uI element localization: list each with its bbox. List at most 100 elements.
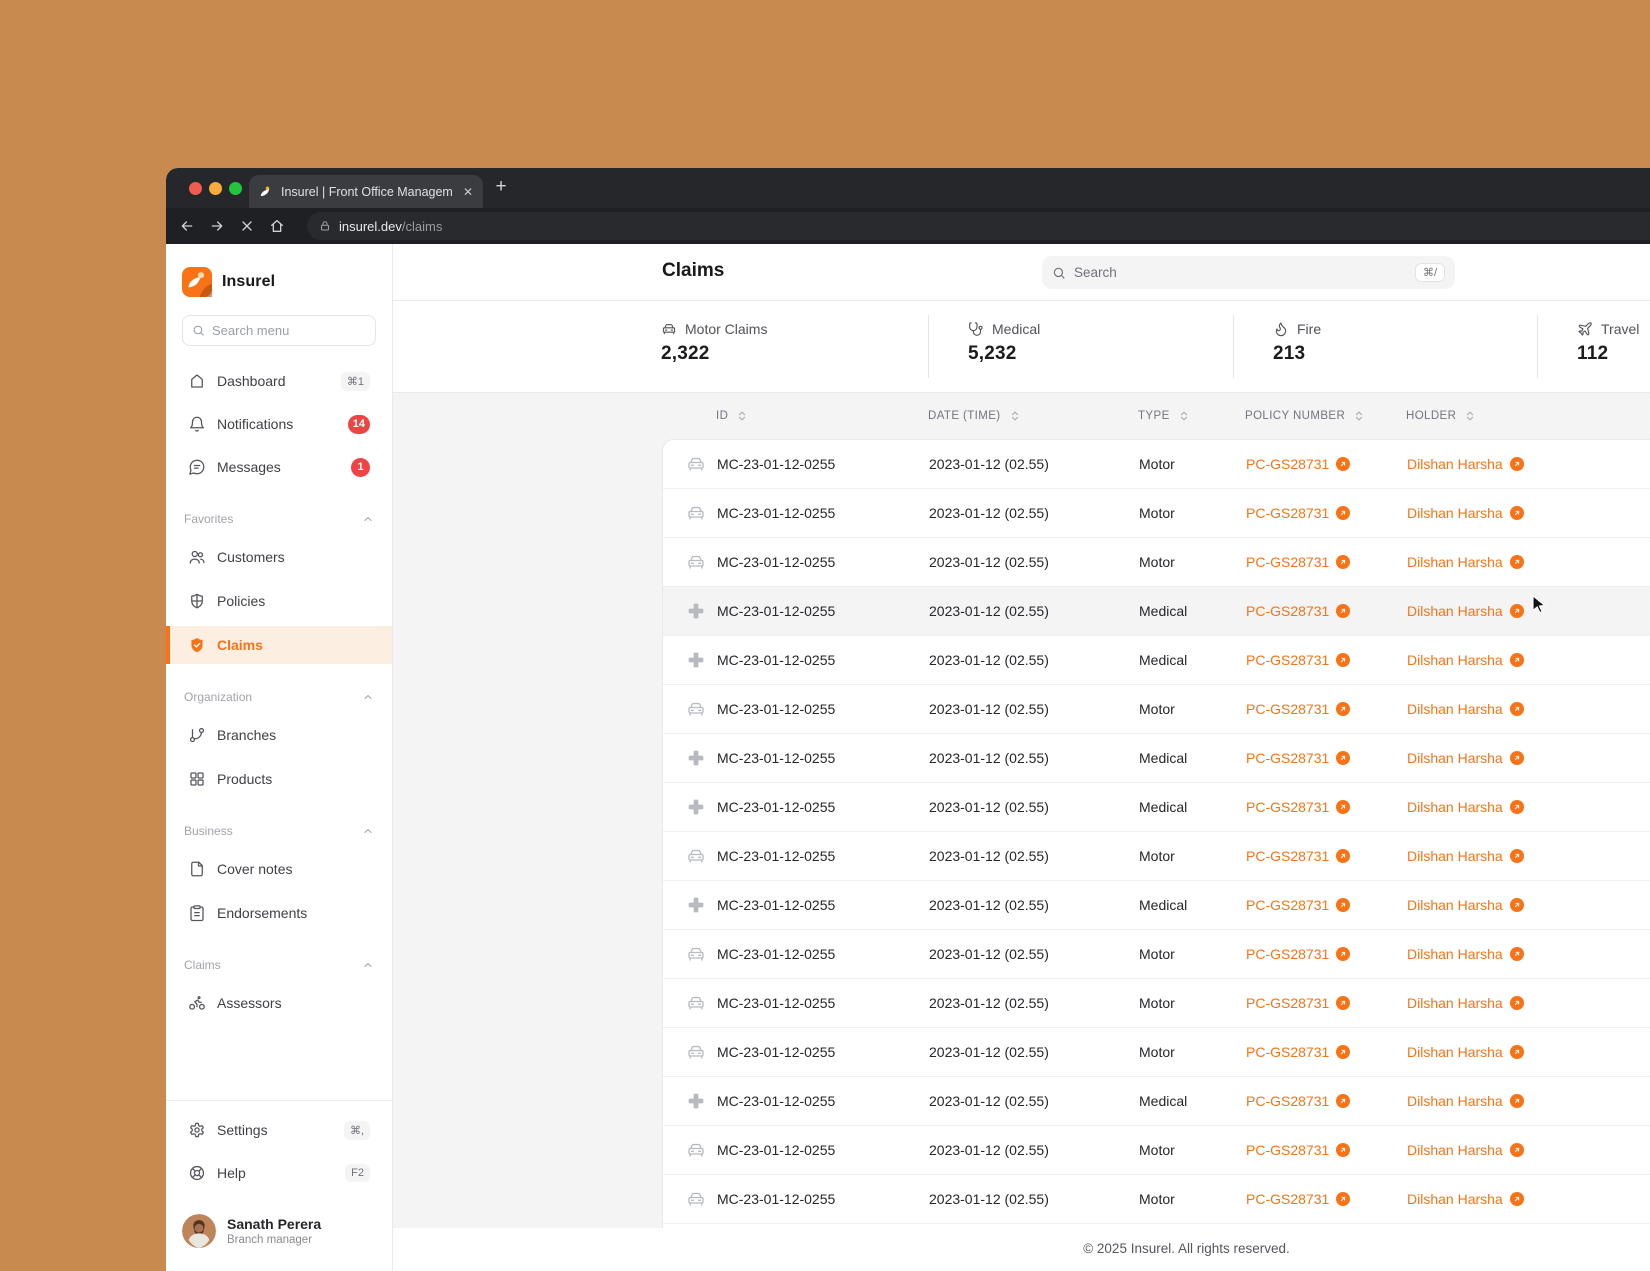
table-row[interactable]: MC-23-01-12-0255 2023-01-12 (02.55) Motor P… (663, 979, 1650, 1028)
holder-link[interactable]: Dilshan Harsha (1407, 505, 1524, 521)
table-row[interactable]: MC-23-01-12-0255 2023-01-12 (02.55) Medica… (663, 881, 1650, 930)
home-nav-icon[interactable] (269, 218, 285, 234)
holder-link[interactable]: Dilshan Harsha (1407, 456, 1524, 472)
sidebar-item-endorsements[interactable]: Endorsements (182, 894, 376, 932)
global-search-input[interactable]: Search ⌘/ (1042, 256, 1455, 289)
sidebar-item-claims[interactable]: Claims (166, 626, 392, 664)
holder-link[interactable]: Dilshan Harsha (1407, 897, 1524, 913)
close-window-button[interactable] (189, 181, 202, 195)
column-header-holder[interactable]: HOLDER (1406, 410, 1650, 422)
forward-icon[interactable] (209, 218, 225, 234)
holder-link[interactable]: Dilshan Harsha (1407, 848, 1524, 864)
sidebar-search-input[interactable]: Search menu (182, 315, 376, 346)
holder-link[interactable]: Dilshan Harsha (1407, 652, 1524, 668)
sidebar-item-products[interactable]: Products (182, 760, 376, 798)
policy-number-link[interactable]: PC-GS28731 (1246, 603, 1351, 619)
table-row[interactable]: MC-23-01-12-0255 2023-01-12 (02.55) Motor P… (663, 685, 1650, 734)
table-row[interactable]: MC-23-01-12-0255 2023-01-12 (02.55) Motor P… (663, 1126, 1650, 1175)
holder-link[interactable]: Dilshan Harsha (1407, 750, 1524, 766)
policy-number-link[interactable]: PC-GS28731 (1246, 848, 1351, 864)
url-text: insurel.dev/claims (339, 219, 442, 234)
sidebar-item-settings[interactable]: Settings ⌘, (182, 1111, 376, 1149)
user-profile[interactable]: Sanath Perera Branch manager (182, 1214, 376, 1248)
policy-number-link[interactable]: PC-GS28731 (1246, 799, 1351, 815)
table-row[interactable]: MC-23-01-12-0255 2023-01-12 (02.55) Motor P… (663, 440, 1650, 489)
holder-link[interactable]: Dilshan Harsha (1407, 946, 1524, 962)
car-icon (686, 552, 706, 572)
browser-tab[interactable]: Insurel | Front Office Managem ✕ (249, 175, 483, 208)
policy-number-link[interactable]: PC-GS28731 (1246, 1044, 1351, 1060)
column-header-type[interactable]: TYPE (1138, 410, 1245, 422)
policy-number-link[interactable]: PC-GS28731 (1246, 1142, 1351, 1158)
holder-link-text: Dilshan Harsha (1407, 946, 1503, 962)
policy-number-link[interactable]: PC-GS28731 (1246, 1191, 1351, 1207)
minimize-window-button[interactable] (209, 181, 222, 195)
policy-number-link[interactable]: PC-GS28731 (1246, 652, 1351, 668)
table-row[interactable]: MC-23-01-12-0255 2023-01-12 (02.55) Medica… (663, 734, 1650, 783)
external-link-icon (1509, 555, 1524, 569)
sidebar-item-policies[interactable]: Policies (182, 582, 376, 620)
sidebar-section-title[interactable]: Favorites (182, 510, 376, 528)
policy-number-link[interactable]: PC-GS28731 (1246, 554, 1351, 570)
sidebar-section-title[interactable]: Business (182, 822, 376, 840)
shortcut-badge: F2 (345, 1164, 370, 1182)
search-icon (1052, 266, 1066, 280)
table-row[interactable]: MC-23-01-12-0255 2023-01-12 (02.55) Motor P… (663, 930, 1650, 979)
sidebar-item-cover-notes[interactable]: Cover notes (182, 850, 376, 888)
table-row[interactable]: MC-23-01-12-0255 2023-01-12 (02.55) Motor P… (663, 489, 1650, 538)
table-row[interactable]: MC-23-01-12-0255 2023-01-12 (02.55) Medica… (663, 1077, 1650, 1126)
window-controls[interactable] (189, 181, 242, 195)
column-header-policy-number[interactable]: POLICY NUMBER (1245, 410, 1406, 422)
table-row[interactable]: MC-23-01-12-0255 2023-01-12 (02.55) Motor P… (663, 538, 1650, 587)
table-row[interactable]: MC-23-01-12-0255 2023-01-12 (02.55) Motor P… (663, 832, 1650, 881)
sidebar-item-branches[interactable]: Branches (182, 716, 376, 754)
column-header-id[interactable]: ID (716, 410, 928, 422)
table-row[interactable]: MC-23-01-12-0255 2023-01-12 (02.55) Medica… (663, 587, 1650, 636)
policy-number-link[interactable]: PC-GS28731 (1246, 897, 1351, 913)
holder-link[interactable]: Dilshan Harsha (1407, 1191, 1524, 1207)
stat-label: Motor Claims (685, 321, 768, 337)
policy-number-link[interactable]: PC-GS28731 (1246, 946, 1351, 962)
page-footer: © 2025 Insurel. All rights reserved. (393, 1228, 1650, 1271)
policy-number-link[interactable]: PC-GS28731 (1246, 505, 1351, 521)
sidebar-item-notifications[interactable]: Notifications 14 (182, 405, 376, 443)
claim-id-cell: MC-23-01-12-0255 (717, 701, 836, 717)
table-row[interactable]: MC-23-01-12-0255 2023-01-12 (02.55) Motor P… (663, 1028, 1650, 1077)
holder-link-text: Dilshan Harsha (1407, 456, 1503, 472)
column-header-date-time-[interactable]: DATE (TIME) (928, 410, 1138, 422)
holder-link[interactable]: Dilshan Harsha (1407, 1142, 1524, 1158)
policy-number-link[interactable]: PC-GS28731 (1246, 701, 1351, 717)
holder-link[interactable]: Dilshan Harsha (1407, 995, 1524, 1011)
holder-link[interactable]: Dilshan Harsha (1407, 701, 1524, 717)
tab-close-icon[interactable]: ✕ (463, 185, 473, 199)
holder-link[interactable]: Dilshan Harsha (1407, 603, 1524, 619)
holder-link[interactable]: Dilshan Harsha (1407, 554, 1524, 570)
stop-reload-icon[interactable] (239, 218, 255, 234)
back-icon[interactable] (179, 218, 195, 234)
policy-number-link[interactable]: PC-GS28731 (1246, 995, 1351, 1011)
policy-number-link[interactable]: PC-GS28731 (1246, 1093, 1351, 1109)
sidebar-item-assessors[interactable]: Assessors (182, 984, 376, 1022)
policy-number-link[interactable]: PC-GS28731 (1246, 750, 1351, 766)
holder-link[interactable]: Dilshan Harsha (1407, 1044, 1524, 1060)
address-bar[interactable]: insurel.dev/claims (307, 212, 1650, 240)
holder-link[interactable]: Dilshan Harsha (1407, 1093, 1524, 1109)
policy-number-link[interactable]: PC-GS28731 (1246, 456, 1351, 472)
sidebar-section-title[interactable]: Organization (182, 688, 376, 706)
sidebar-item-label: Cover notes (217, 861, 293, 877)
holder-link-text: Dilshan Harsha (1407, 505, 1503, 521)
plus-icon (686, 797, 706, 817)
table-row[interactable]: MC-23-01-12-0255 2023-01-12 (02.55) Medica… (663, 783, 1650, 832)
external-link-icon (1509, 898, 1524, 912)
sidebar-item-customers[interactable]: Customers (182, 538, 376, 576)
table-row[interactable]: MC-23-01-12-0255 2023-01-12 (02.55) Motor P… (663, 1175, 1650, 1224)
sidebar-item-help[interactable]: Help F2 (182, 1154, 376, 1192)
table-row[interactable]: MC-23-01-12-0255 2023-01-12 (02.55) Medica… (663, 636, 1650, 685)
holder-link[interactable]: Dilshan Harsha (1407, 799, 1524, 815)
new-tab-button[interactable]: + (489, 176, 513, 198)
stat-medical: Medical 5,232 (968, 301, 1040, 365)
sidebar-item-messages[interactable]: Messages 1 (182, 448, 376, 486)
sidebar-section-title[interactable]: Claims (182, 956, 376, 974)
sidebar-item-dashboard[interactable]: Dashboard ⌘1 (182, 362, 376, 400)
maximize-window-button[interactable] (229, 181, 242, 195)
